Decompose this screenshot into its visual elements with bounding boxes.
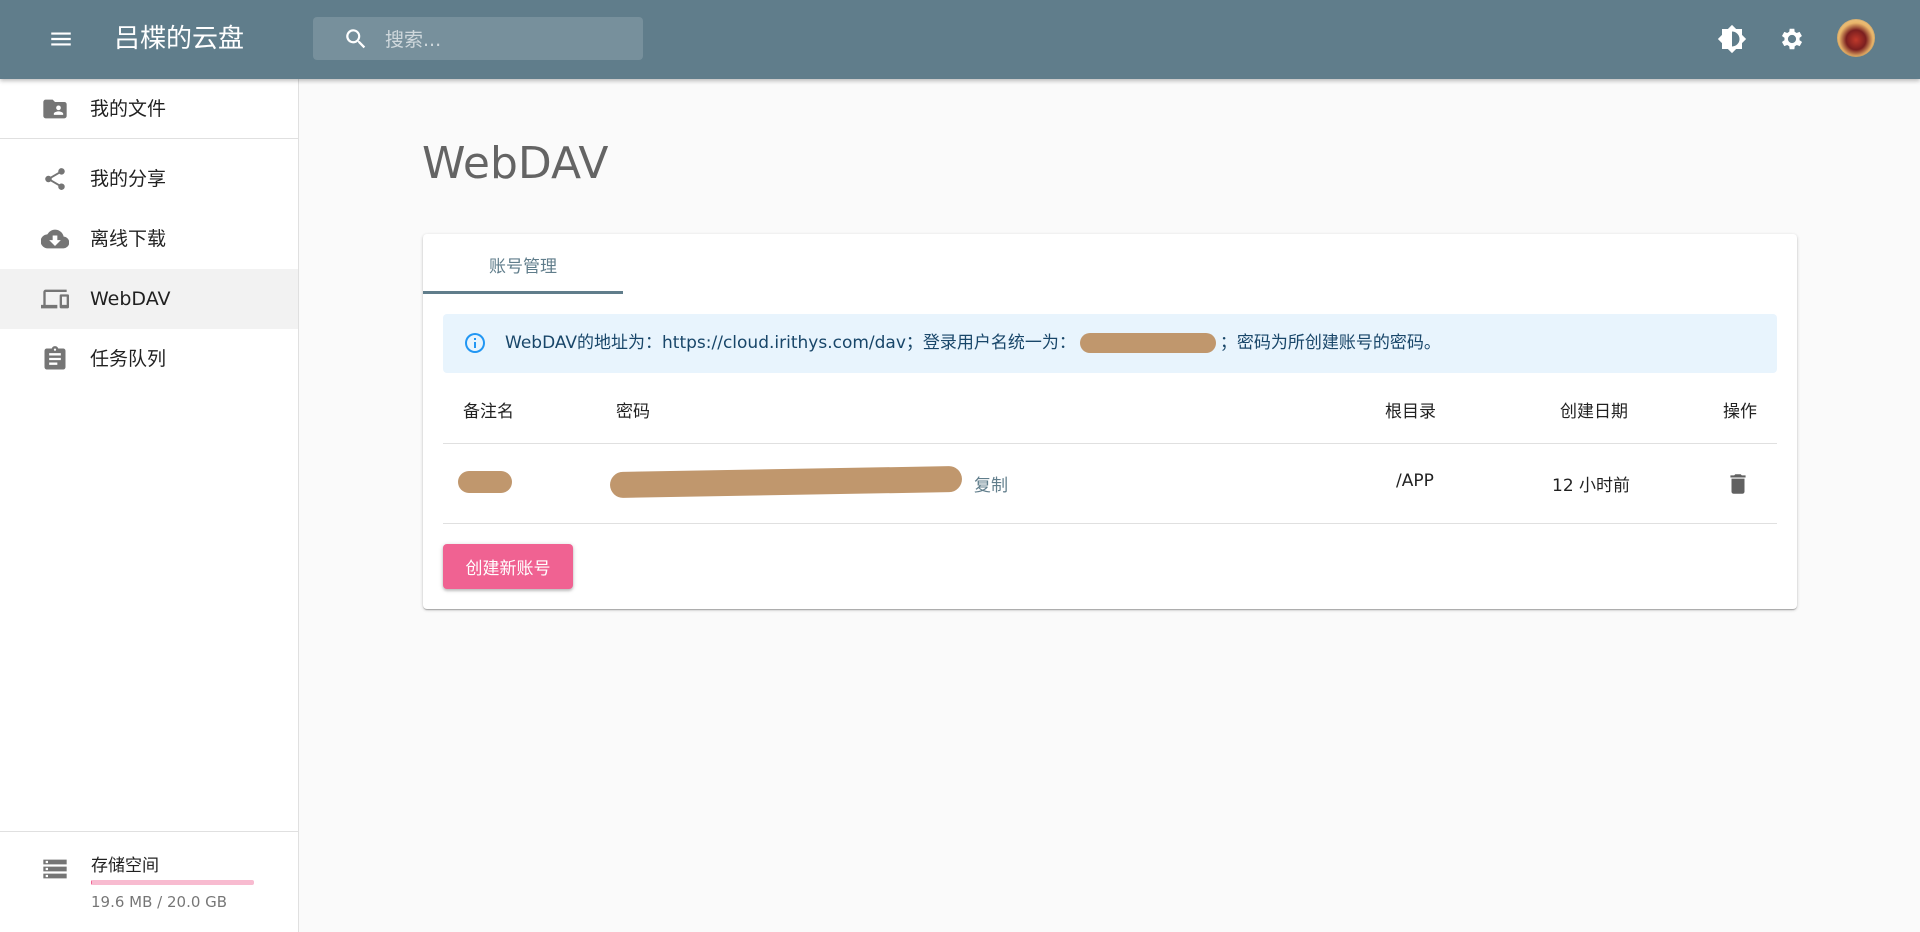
column-header-actions: 操作 xyxy=(1723,402,1757,422)
redacted-password xyxy=(609,465,963,499)
tab-account-management[interactable]: 账号管理 xyxy=(423,234,623,294)
app-title: 吕楪的云盘 xyxy=(114,24,245,54)
row-root: /APP xyxy=(1396,471,1434,491)
tab-label: 账号管理 xyxy=(489,257,557,277)
sidebar-item-offline-download[interactable]: 离线下载 xyxy=(0,209,298,269)
search-icon xyxy=(343,26,369,52)
sidebar-divider xyxy=(0,831,298,832)
tab-indicator xyxy=(423,291,623,294)
column-header-name: 备注名 xyxy=(463,402,514,422)
column-header-root: 根目录 xyxy=(1385,402,1436,422)
column-header-created: 创建日期 xyxy=(1560,402,1628,422)
alert-text-prefix: WebDAV的地址为：https://cloud.irithys.com/dav… xyxy=(505,333,1076,353)
table-row-divider xyxy=(443,523,1777,524)
sidebar: 我的文件 我的分享 离线下载 WebDAV 任务队列 存储空间 19.6 MB … xyxy=(0,79,299,932)
alert-text-suffix: ；密码为所创建账号的密码。 xyxy=(1219,333,1441,353)
brightness-icon[interactable] xyxy=(1714,21,1750,57)
clipboard-list-icon xyxy=(41,345,69,373)
storage-progress-fill xyxy=(91,880,92,885)
row-created: 12 小时前 xyxy=(1552,476,1631,496)
sidebar-item-my-files[interactable]: 我的文件 xyxy=(0,79,298,139)
sidebar-item-my-shares[interactable]: 我的分享 xyxy=(0,149,298,209)
search-box[interactable] xyxy=(313,17,643,62)
search-input[interactable] xyxy=(383,17,637,62)
sidebar-item-label: WebDAV xyxy=(90,288,171,310)
copy-password-link[interactable]: 复制 xyxy=(974,471,1008,496)
sidebar-divider xyxy=(0,138,298,139)
sidebar-item-label: 我的分享 xyxy=(90,168,167,190)
page-title: WebDAV xyxy=(422,138,609,189)
webdav-card: 账号管理 WebDAV的地址为：https://cloud.irithys.co… xyxy=(423,234,1797,609)
storage-icon xyxy=(41,855,69,883)
sidebar-item-label: 我的文件 xyxy=(90,98,167,120)
settings-gear-icon[interactable] xyxy=(1774,21,1810,57)
storage-progress-bar xyxy=(91,880,254,885)
delete-icon[interactable] xyxy=(1724,470,1752,498)
redacted-name xyxy=(458,471,512,493)
storage-title: 存储空间 xyxy=(91,856,159,876)
share-icon xyxy=(41,165,69,193)
alert-text: WebDAV的地址为：https://cloud.irithys.com/dav… xyxy=(505,314,1441,373)
app-bar: 吕楪的云盘 xyxy=(0,0,1920,79)
create-account-button[interactable]: 创建新账号 xyxy=(443,544,573,589)
redacted-username xyxy=(1079,333,1216,353)
user-avatar[interactable] xyxy=(1837,19,1875,57)
sidebar-item-task-queue[interactable]: 任务队列 xyxy=(0,329,298,389)
sidebar-item-label: 任务队列 xyxy=(90,348,167,370)
storage-usage-text: 19.6 MB / 20.0 GB xyxy=(91,893,228,911)
menu-icon[interactable] xyxy=(44,22,78,56)
cloud-download-icon xyxy=(41,225,69,253)
info-alert: WebDAV的地址为：https://cloud.irithys.com/dav… xyxy=(443,314,1777,373)
sidebar-item-webdav[interactable]: WebDAV xyxy=(0,269,298,329)
folder-account-icon xyxy=(41,95,69,123)
column-header-password: 密码 xyxy=(616,402,650,422)
table-header-divider xyxy=(443,443,1777,444)
devices-icon xyxy=(41,285,69,313)
info-icon xyxy=(463,331,487,355)
sidebar-item-label: 离线下载 xyxy=(90,228,167,250)
